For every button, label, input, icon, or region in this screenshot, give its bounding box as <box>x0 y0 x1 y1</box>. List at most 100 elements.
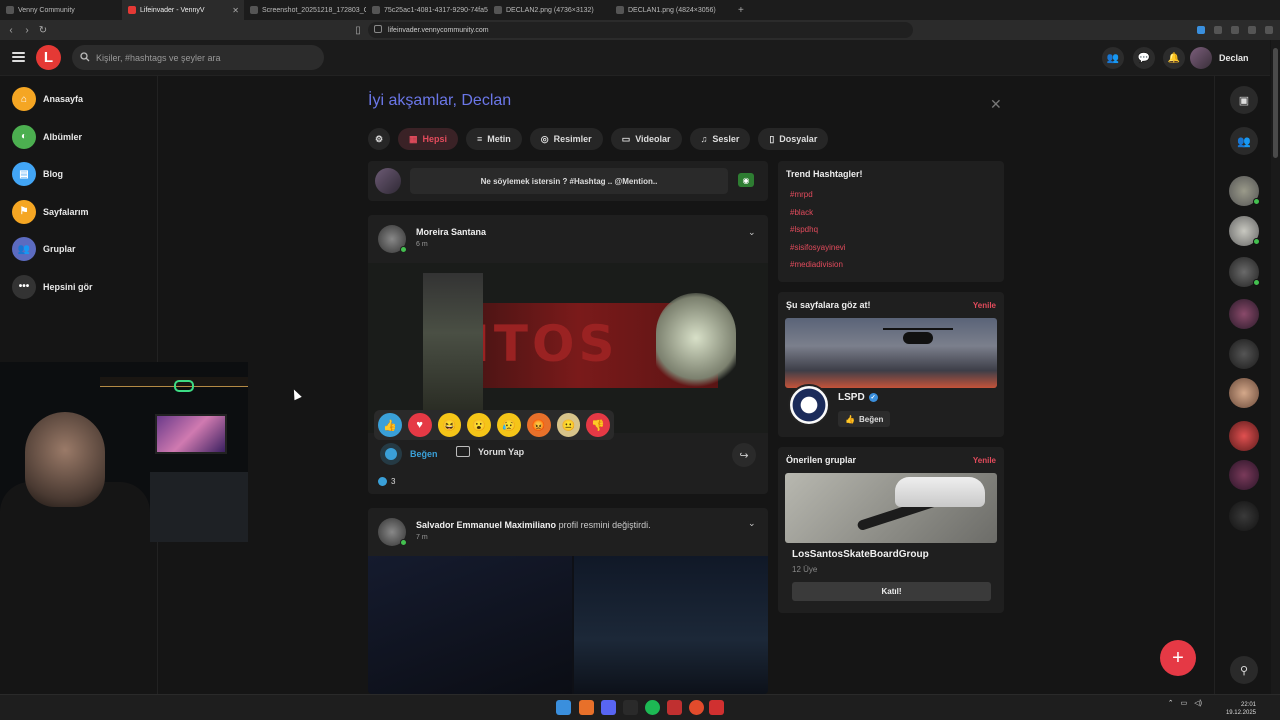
join-group-button[interactable]: Katıl! <box>792 582 991 601</box>
page-avatar[interactable] <box>788 384 830 426</box>
sidebar-item[interactable]: ◐ Albümler <box>12 124 82 149</box>
app-icon[interactable] <box>667 700 682 715</box>
brave-icon[interactable] <box>579 700 594 715</box>
sidebar-item[interactable]: 👥 Gruplar <box>12 237 76 261</box>
create-post-button[interactable]: + <box>1160 640 1196 676</box>
group-name[interactable]: LosSantosSkateBoardGroup <box>792 549 929 560</box>
post-image[interactable]: NTOS <box>368 263 768 433</box>
sidebar-item[interactable]: ••• Hepsini gör <box>12 274 93 299</box>
reload-icon[interactable]: ↻ <box>35 25 51 36</box>
browser-tab[interactable]: DECLAN2.png (4736×3132) <box>488 0 610 20</box>
browser-tab[interactable]: Lifeinvader - VennyV ✕ <box>122 0 244 20</box>
filter-tab[interactable]: ▦ Hepsi <box>398 128 459 150</box>
filter-tab[interactable]: ♫ Sesler <box>689 128 751 150</box>
sidebar-toggle-icon[interactable] <box>1248 26 1256 34</box>
sad-reaction-icon[interactable]: 😥 <box>497 413 521 437</box>
close-tab-icon[interactable]: ✕ <box>232 6 239 15</box>
taskbar-clock[interactable]: 22:01 19.12.2025 <box>1226 701 1256 717</box>
friend-avatar[interactable] <box>1229 216 1260 246</box>
page-like-button[interactable]: 👍 Beğen <box>838 411 891 427</box>
notifications-icon[interactable]: 🔔 <box>1163 47 1185 69</box>
friend-avatar[interactable] <box>1229 501 1259 531</box>
bookmark-icon[interactable]: ▯ <box>350 25 366 36</box>
page-cover-image[interactable] <box>785 318 997 388</box>
filter-tab[interactable]: ▯ Dosyalar <box>758 128 829 150</box>
post-author[interactable]: Salvador Emmanuel Maximiliano <box>416 520 556 530</box>
lifeinvader-logo[interactable]: L <box>36 45 61 70</box>
close-icon[interactable]: ✕ <box>990 96 1002 113</box>
friend-avatar[interactable] <box>1229 339 1259 369</box>
sidebar-item[interactable]: ⚑ Sayfalarım <box>12 199 89 224</box>
menu-icon[interactable] <box>1265 26 1273 34</box>
friend-avatar[interactable] <box>1229 299 1259 329</box>
app-icon[interactable] <box>709 700 724 715</box>
post-author[interactable]: Moreira Santana <box>416 227 486 237</box>
forward-icon[interactable]: › <box>19 25 35 36</box>
wow-reaction-icon[interactable]: 😮 <box>467 413 491 437</box>
filter-tab[interactable]: ≡ Metin <box>466 128 522 150</box>
find-friends-icon[interactable]: ⚲ <box>1230 656 1258 684</box>
filter-tab[interactable]: ◎ Resimler <box>529 128 603 150</box>
friend-avatar[interactable] <box>1229 378 1259 408</box>
hashtag-link[interactable]: #mediadivision <box>790 260 843 269</box>
extension-icon[interactable] <box>1197 26 1205 34</box>
friend-avatar[interactable] <box>1229 257 1260 287</box>
page-name[interactable]: LSPD <box>838 392 865 403</box>
chevron-up-icon[interactable]: ⌃ <box>1168 699 1174 707</box>
browser-tab[interactable]: Venny Community <box>0 0 122 20</box>
filter-tab[interactable]: ▭ Videolar <box>610 128 682 150</box>
refresh-button[interactable]: Yenile <box>973 456 996 465</box>
hashtag-link[interactable]: #black <box>790 208 813 217</box>
browser-tab[interactable]: Screenshot_20251218_172803_Goog <box>244 0 366 20</box>
spotify-icon[interactable] <box>645 700 660 715</box>
friend-avatar[interactable] <box>1229 176 1260 206</box>
refresh-button[interactable]: Yenile <box>973 301 996 310</box>
site-info-icon[interactable] <box>374 25 382 33</box>
new-tab-icon[interactable]: + <box>738 5 744 16</box>
like-button[interactable]: Beğen <box>380 443 438 465</box>
meh-reaction-icon[interactable]: 😐 <box>556 413 581 437</box>
network-icon[interactable]: ▭ <box>1181 699 1188 707</box>
friend-avatar[interactable] <box>1229 460 1259 490</box>
friends-icon[interactable]: 👥 <box>1102 47 1124 69</box>
haha-reaction-icon[interactable]: 😆 <box>437 413 462 437</box>
comment-button[interactable]: Yorum Yap <box>456 446 524 457</box>
reaction-count[interactable]: 3 <box>378 477 395 486</box>
chevron-down-icon[interactable]: ⌄ <box>748 518 756 529</box>
like-reaction-icon[interactable]: 👍 <box>378 413 402 437</box>
angry-reaction-icon[interactable]: 😡 <box>526 413 551 437</box>
group-cover-image[interactable] <box>785 473 997 543</box>
sidebar-item[interactable]: ▤ Blog <box>12 162 63 186</box>
composer-input[interactable]: Ne söylemek istersin ? #Hashtag .. @Ment… <box>410 168 728 194</box>
extension-icon[interactable] <box>1231 26 1239 34</box>
filter-settings-icon[interactable]: ⚙ <box>368 128 390 150</box>
chat-icon[interactable]: ▣ <box>1230 86 1258 114</box>
camera-icon[interactable]: ◉ <box>738 173 754 187</box>
search-box[interactable]: Kişiler, #hashtags ve şeyler ara <box>72 45 324 70</box>
browser-tab[interactable]: 75c25ac1-4081-4317-9290-74fa5f41 <box>366 0 488 20</box>
chevron-down-icon[interactable]: ⌄ <box>748 227 756 238</box>
hashtag-link[interactable]: #lspdhq <box>790 225 818 234</box>
user-menu[interactable]: Declan <box>1190 46 1249 70</box>
love-reaction-icon[interactable]: ♥ <box>407 413 432 437</box>
browser-tab[interactable]: DECLAN1.png (4824×3056) <box>610 0 732 20</box>
page-scrollbar[interactable] <box>1271 40 1280 694</box>
share-icon[interactable]: ↪ <box>732 443 756 467</box>
discord-icon[interactable] <box>601 700 616 715</box>
volume-icon[interactable]: ◁) <box>1194 699 1202 707</box>
dislike-reaction-icon[interactable]: 👎 <box>586 413 610 437</box>
hamburger-menu-icon[interactable] <box>12 52 25 62</box>
hashtag-link[interactable]: #sisifosyayinevi <box>790 243 846 252</box>
post-image[interactable] <box>368 556 768 694</box>
friend-avatar[interactable] <box>1229 421 1259 451</box>
start-icon[interactable] <box>556 700 571 715</box>
back-icon[interactable]: ‹ <box>3 25 19 36</box>
app-icon[interactable] <box>689 700 704 715</box>
extension-icon[interactable] <box>1214 26 1222 34</box>
terminal-icon[interactable] <box>623 700 638 715</box>
messages-icon[interactable]: 💬 <box>1133 47 1155 69</box>
sidebar-item[interactable]: ⌂ Anasayfa <box>12 87 83 111</box>
hashtag-link[interactable]: #mrpd <box>790 190 813 199</box>
group-chat-icon[interactable]: 👥 <box>1230 127 1258 155</box>
url-bar[interactable]: lifeinvader.vennycommunity.com <box>368 22 913 38</box>
